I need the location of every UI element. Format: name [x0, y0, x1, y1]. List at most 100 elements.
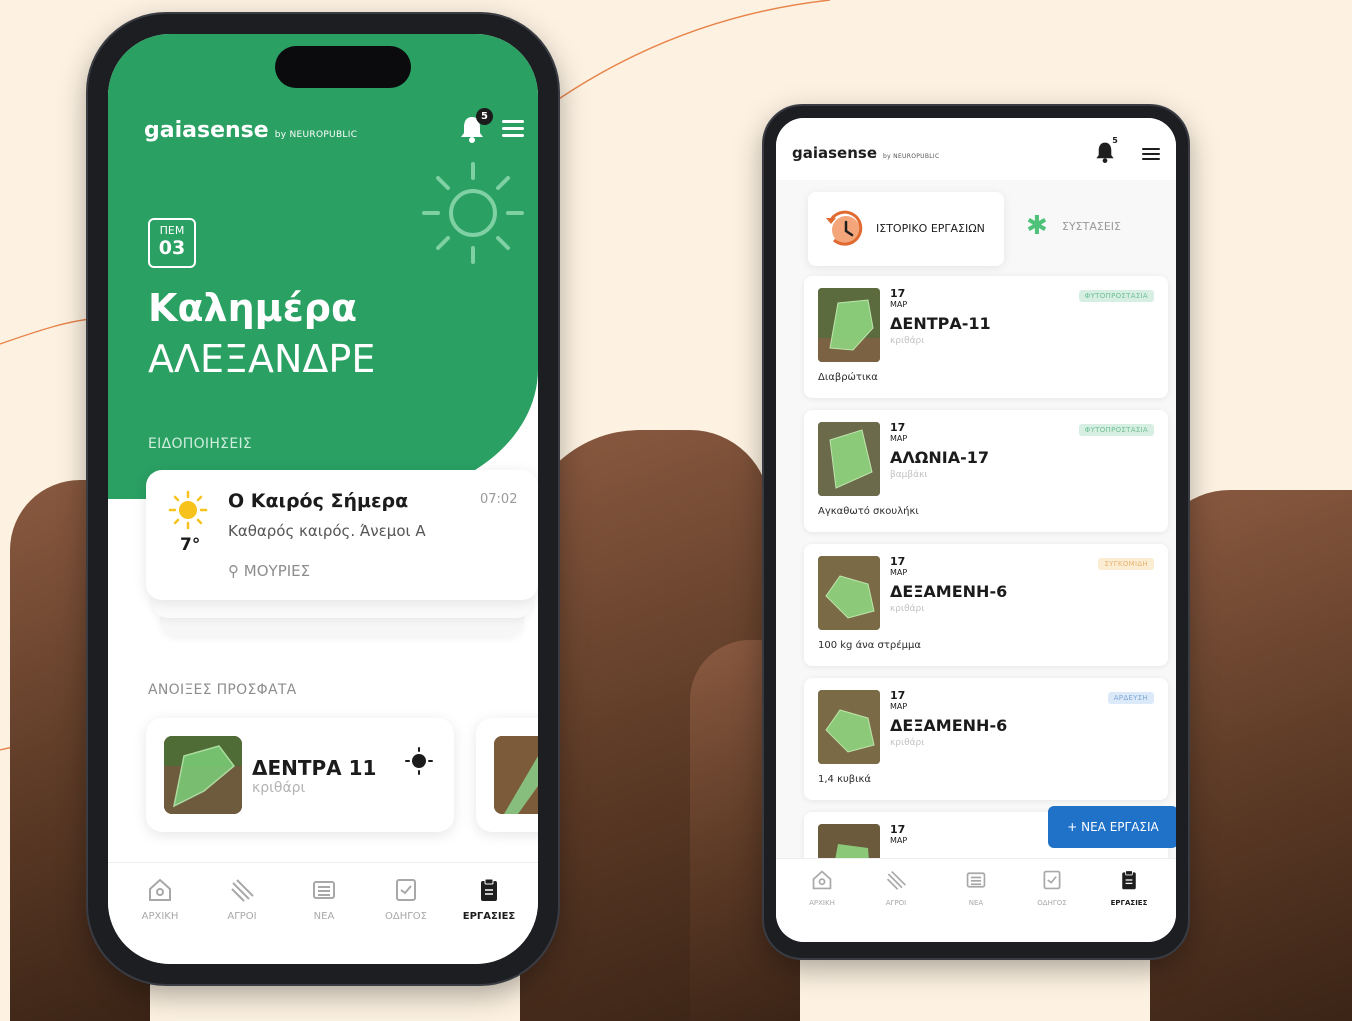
- nav-guide[interactable]: ΟΔΗΓΟΣ: [1024, 869, 1080, 907]
- task-note: 100 kg άνα στρέμμα: [818, 640, 921, 651]
- task-crop: κριθάρι: [890, 604, 925, 614]
- nav-home-label: ΑΡΧΙΚΗ: [141, 911, 179, 922]
- clipboard-icon: [1122, 870, 1136, 890]
- task-month: ΜΑΡ: [890, 836, 908, 845]
- task-crop: κριθάρι: [890, 738, 925, 748]
- phone-1: gaiasense by NEUROPUBLIC 5 ΠΕΜ 03 Καλημέρ…: [88, 14, 558, 984]
- task-day: 17: [890, 287, 906, 300]
- notification-badge: 5: [476, 108, 493, 125]
- field-weather-sun-icon: [405, 747, 433, 775]
- nav-home[interactable]: ΑΡΧΙΚΗ: [130, 877, 190, 922]
- tab-history[interactable]: ΙΣΤΟΡΙΚΟ ΕΡΓΑΣΙΩΝ: [808, 192, 1004, 266]
- bottom-nav: ΑΡΧΙΚΗ ΑΓΡΟΙ ΝΕΑ ΟΔΗΓΟΣ ΕΡΓΑΣΙΕΣ: [776, 858, 1176, 942]
- user-name: ΑΛΕΞΑΝΔΡΕ: [148, 337, 376, 381]
- logo-subtitle: by NEUROPUBLIC: [274, 130, 358, 140]
- nav-news-label: ΝΕΑ: [313, 911, 335, 922]
- menu-icon[interactable]: [502, 120, 524, 141]
- task-note: Αγκαθωτό σκουλήκι: [818, 506, 919, 517]
- history-icon: [826, 210, 863, 246]
- task-card[interactable]: 17 ΜΑΡ ΔΕΝΤΡΑ-11 κριθάρι ΦΥΤΟΠΡΟΣΤΑΣΙΑ Δ…: [804, 276, 1168, 398]
- task-month: ΜΑΡ: [890, 568, 908, 577]
- weather-title: Ο Καιρός Σήμερα: [228, 490, 409, 512]
- home-icon: [812, 870, 832, 890]
- task-month: ΜΑΡ: [890, 702, 908, 711]
- task-type-badge: ΦΥΤΟΠΡΟΣΤΑΣΙΑ: [1078, 290, 1154, 302]
- nav-tasks-label: ΕΡΓΑΣΙΕΣ: [1110, 899, 1148, 907]
- task-note: 1,4 κυβικά: [818, 774, 872, 785]
- nav-guide-label: ΟΔΗΓΟΣ: [385, 911, 427, 922]
- card-stack-shadow-2: [160, 616, 524, 636]
- sun-icon: [168, 490, 208, 530]
- logo-subtitle: by NEUROPUBLIC: [883, 153, 940, 160]
- recommendations-icon: ✱: [1026, 211, 1048, 241]
- nav-fields[interactable]: ΑΓΡΟΙ: [212, 877, 272, 922]
- recent-heading: ΑΝΟΙΞΕΣ ΠΡΟΣΦΑΤΑ: [148, 682, 297, 698]
- tab-recommendations[interactable]: ✱ ΣΥΣΤΑΣΕΙΣ: [1026, 212, 1166, 248]
- task-crop: κριθάρι: [890, 336, 925, 346]
- task-type-badge: ΑΡΔΕΥΣΗ: [1107, 692, 1154, 704]
- nav-news-label: ΝΕΑ: [968, 899, 984, 907]
- task-card[interactable]: 17 ΜΑΡ ΔΕΞΑΜΕΝΗ-6 κριθάρι ΣΥΓΚΟΜΙΔΗ 100 …: [804, 544, 1168, 666]
- notifications-heading: ΕΙΔΟΠΟΙΗΣΕΙΣ: [148, 436, 253, 452]
- tab-recommendations-label: ΣΥΣΤΑΣΕΙΣ: [1062, 220, 1121, 233]
- new-task-button[interactable]: + ΝΕΑ ΕΡΓΑΣΙΑ: [1048, 806, 1176, 848]
- dynamic-island: [275, 46, 411, 88]
- task-day: 17: [890, 823, 906, 836]
- task-field-name: ΑΛΩΝΙΑ-17: [890, 448, 989, 467]
- nav-news[interactable]: ΝΕΑ: [294, 877, 354, 922]
- field-thumbnail-2: [494, 736, 538, 814]
- nav-tasks-label: ΕΡΓΑΣΙΕΣ: [462, 911, 516, 922]
- date-day: 03: [158, 237, 186, 259]
- weather-temperature: 7°: [180, 535, 201, 555]
- logo-text: gaiasense: [792, 144, 878, 162]
- task-day: 17: [890, 421, 906, 434]
- task-card[interactable]: 17 ΜΑΡ ΑΛΩΝΙΑ-17 βαμβάκι ΦΥΤΟΠΡΟΣΤΑΣΙΑ Α…: [804, 410, 1168, 532]
- notification-badge: 5: [1112, 136, 1118, 145]
- nav-tasks[interactable]: ΕΡΓΑΣΙΕΣ: [1098, 869, 1160, 907]
- task-field-name: ΔΕΞΑΜΕΝΗ-6: [890, 582, 1008, 601]
- nav-guide-label: ΟΔΗΓΟΣ: [1037, 899, 1067, 907]
- task-month: ΜΑΡ: [890, 300, 908, 309]
- task-day: 17: [890, 555, 906, 568]
- task-crop: βαμβάκι: [890, 470, 928, 480]
- nav-home-label: ΑΡΧΙΚΗ: [809, 899, 835, 907]
- guide-icon: [396, 879, 416, 901]
- weather-time: 07:02: [480, 492, 518, 507]
- news-icon: [966, 872, 986, 888]
- task-day: 17: [890, 689, 906, 702]
- location-pin-icon: ⚲: [228, 562, 239, 580]
- task-card[interactable]: 17 ΜΑΡ ΔΕΞΑΜΕΝΗ-6 κριθάρι ΑΡΔΕΥΣΗ 1,4 κυ…: [804, 678, 1168, 800]
- date-badge: ΠΕΜ 03: [148, 218, 196, 268]
- task-field-name: ΔΕΝΤΡΑ-11: [890, 314, 991, 333]
- news-icon: [313, 881, 335, 899]
- nav-fields[interactable]: ΑΓΡΟΙ: [868, 869, 924, 907]
- task-field-name: ΔΕΞΑΜΕΝΗ-6: [890, 716, 1008, 735]
- field-crop: κριθάρι: [252, 780, 306, 796]
- app-logo: gaiasense by NEUROPUBLIC: [144, 118, 357, 143]
- guide-icon: [1043, 870, 1061, 890]
- field-thumbnail: [164, 736, 242, 814]
- task-field-thumbnail: [818, 690, 880, 764]
- task-field-thumbnail: [818, 288, 880, 362]
- date-weekday: ΠΕΜ: [159, 224, 185, 237]
- bell-icon[interactable]: 5: [1094, 136, 1118, 168]
- field-name: ΔΕΝΤΡΑ 11: [252, 756, 377, 780]
- home-screen: gaiasense by NEUROPUBLIC 5 ΠΕΜ 03 Καλημέρ…: [108, 34, 538, 964]
- nav-tasks[interactable]: ΕΡΓΑΣΙΕΣ: [454, 877, 524, 922]
- task-field-thumbnail: [818, 556, 880, 630]
- task-month: ΜΑΡ: [890, 434, 908, 443]
- greeting: Καλημέρα: [148, 286, 358, 330]
- nav-home[interactable]: ΑΡΧΙΚΗ: [794, 869, 850, 907]
- bottom-nav: ΑΡΧΙΚΗ ΑΓΡΟΙ ΝΕΑ ΟΔΗΓΟΣ ΕΡΓΑΣΙΕΣ: [108, 862, 538, 964]
- nav-guide[interactable]: ΟΔΗΓΟΣ: [376, 877, 436, 922]
- home-icon: [149, 878, 171, 901]
- tab-history-label: ΙΣΤΟΡΙΚΟ ΕΡΓΑΣΙΩΝ: [876, 222, 985, 235]
- task-type-badge: ΦΥΤΟΠΡΟΣΤΑΣΙΑ: [1078, 424, 1154, 436]
- nav-fields-label: ΑΓΡΟΙ: [227, 911, 257, 922]
- nav-news[interactable]: ΝΕΑ: [948, 869, 1004, 907]
- task-type-badge: ΣΥΓΚΟΜΙΔΗ: [1098, 558, 1154, 570]
- bell-icon[interactable]: 5: [458, 108, 493, 148]
- menu-icon[interactable]: [1142, 148, 1160, 163]
- weather-description: Καθαρός καιρός. Άνεμοι Α: [228, 522, 426, 540]
- logo-text: gaiasense: [144, 118, 269, 143]
